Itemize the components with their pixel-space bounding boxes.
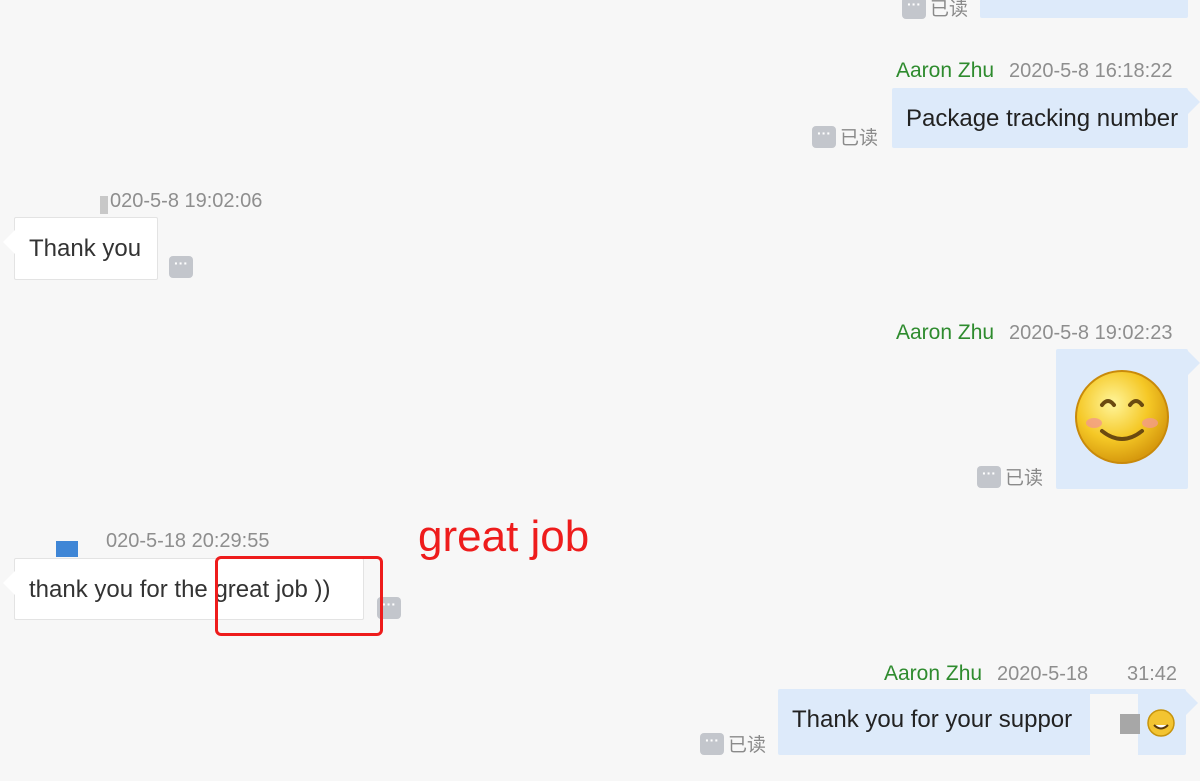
bubble-tail — [3, 230, 15, 254]
message-timestamp: 020-5-18 20:29:55 — [106, 530, 270, 552]
sender-name: Aaron Zhu — [896, 321, 995, 344]
message-text: Thank you for your suppor — [792, 706, 1073, 733]
annotation-label: great job — [418, 512, 590, 561]
more-options-icon[interactable]: ··· — [977, 465, 1001, 488]
annotation-highlight-box — [215, 556, 383, 636]
bubble-tail — [1186, 691, 1198, 715]
bubble-tail — [1188, 351, 1200, 375]
message-text: Package tracking number — [906, 105, 1179, 132]
message-timestamp: 2020-5-18 — [997, 663, 1089, 685]
message-timestamp: 2020-5-8 19:02:23 — [1009, 322, 1173, 344]
read-status: ··· 已读 — [812, 123, 878, 150]
message-bubble-partial — [980, 0, 1188, 18]
read-label: 已读 — [930, 0, 969, 20]
message-text: Thank you — [29, 235, 142, 262]
placeholder-square — [1120, 714, 1140, 734]
emoji-icon — [1147, 709, 1175, 737]
more-options-icon[interactable]: ··· — [700, 732, 724, 755]
message-bubble[interactable]: Package tracking number — [892, 88, 1200, 148]
more-options-icon[interactable]: ··· — [169, 256, 193, 278]
image-placeholder — [1090, 694, 1140, 756]
more-options-icon[interactable]: ··· — [902, 0, 926, 19]
message-timestamp: 2020-5-8 16:18:22 — [1009, 60, 1173, 82]
read-status: ··· 已读 — [977, 463, 1043, 490]
smiley-emoji-icon — [1075, 370, 1169, 464]
read-label: 已读 — [728, 735, 767, 756]
sender-name: Aaron Zhu — [896, 59, 995, 82]
message-bubble[interactable]: Thank you — [3, 217, 158, 280]
bubble-tail — [3, 571, 15, 595]
sender-name: Aaron Zhu — [884, 662, 983, 685]
read-label: 已读 — [1005, 468, 1044, 489]
read-status: ··· 已读 — [700, 730, 766, 757]
more-options-icon[interactable]: ··· — [812, 125, 836, 148]
bubble-tail — [1188, 90, 1200, 114]
avatar-placeholder — [56, 541, 78, 557]
message-bubble-emoji[interactable] — [1056, 349, 1200, 489]
message-timestamp-tail: 31:42 — [1127, 663, 1178, 685]
avatar-placeholder — [100, 196, 108, 214]
read-status-top: ··· 已读 — [902, 0, 968, 21]
read-label: 已读 — [840, 128, 879, 149]
message-timestamp: 020-5-8 19:02:06 — [110, 190, 263, 212]
